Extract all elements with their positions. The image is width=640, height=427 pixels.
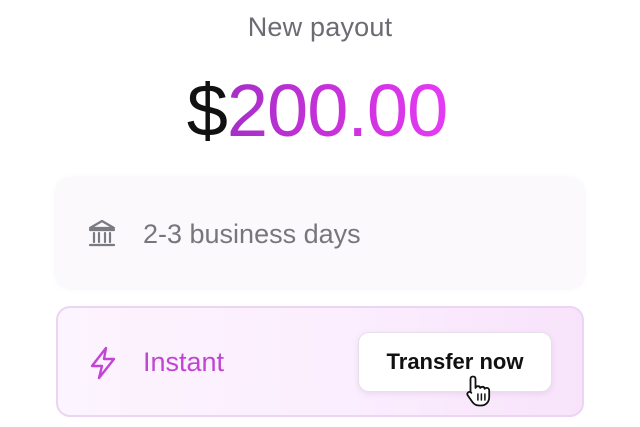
standard-option-label: 2-3 business days [143,219,361,249]
transfer-now-button[interactable]: Transfer now [358,332,552,392]
currency-symbol: $ [186,69,228,152]
standard-payout-option[interactable]: 2-3 business days [56,178,584,288]
payout-amount: $200.00 [0,66,634,156]
page-title: New payout [247,12,393,42]
bank-icon [88,219,116,247]
instant-option-label: Instant [143,347,225,377]
payout-screen: New payout $200.00 2-3 business days Ins… [0,0,640,427]
amount-value: 200.00 [226,69,448,152]
lightning-bolt-icon [90,346,116,380]
instant-payout-option[interactable]: Instant Transfer now [56,306,584,417]
